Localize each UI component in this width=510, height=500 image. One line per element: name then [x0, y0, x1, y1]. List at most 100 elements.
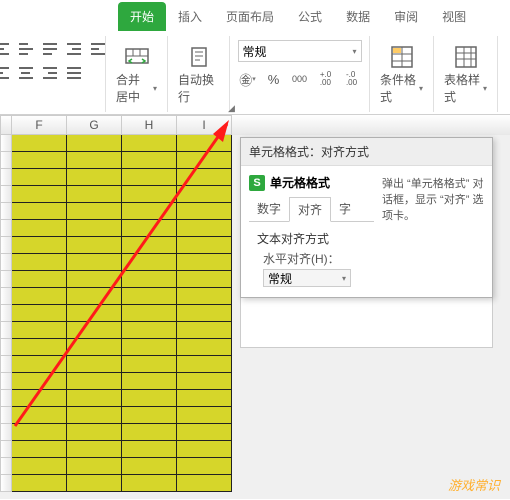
cell[interactable] — [177, 322, 232, 339]
align-bottom-button[interactable] — [39, 38, 61, 60]
cell[interactable] — [12, 135, 67, 152]
thousands-button[interactable]: +.0.00 — [315, 68, 337, 90]
percent-button[interactable]: % — [263, 68, 285, 90]
merge-cells-button[interactable]: 合并居中▾ — [116, 71, 157, 105]
cell[interactable] — [12, 322, 67, 339]
col-header[interactable]: I — [177, 115, 232, 135]
cell[interactable] — [122, 305, 177, 322]
cell[interactable] — [12, 305, 67, 322]
row-header[interactable] — [0, 220, 12, 237]
cell[interactable] — [122, 322, 177, 339]
cell[interactable] — [67, 237, 122, 254]
row-header[interactable] — [0, 152, 12, 169]
cell[interactable] — [12, 475, 67, 492]
cell[interactable] — [177, 203, 232, 220]
cell[interactable] — [177, 424, 232, 441]
col-header[interactable]: H — [122, 115, 177, 135]
row-header[interactable] — [0, 305, 12, 322]
cell[interactable] — [12, 390, 67, 407]
cell[interactable] — [122, 152, 177, 169]
row-header[interactable] — [0, 254, 12, 271]
orientation-button[interactable] — [63, 62, 85, 84]
cell[interactable] — [177, 220, 232, 237]
comma-style-button[interactable]: 000 — [289, 68, 311, 90]
row-header[interactable] — [0, 407, 12, 424]
cell[interactable] — [177, 458, 232, 475]
conditional-format-button[interactable]: 条件格式▾ — [380, 71, 423, 105]
cell[interactable] — [122, 390, 177, 407]
row-header[interactable] — [0, 373, 12, 390]
cell[interactable] — [12, 203, 67, 220]
cell[interactable] — [12, 152, 67, 169]
cell[interactable] — [12, 169, 67, 186]
tab-start[interactable]: 开始 — [118, 2, 166, 31]
row-header[interactable] — [0, 424, 12, 441]
table-style-button[interactable]: 表格样式▾ — [444, 71, 487, 105]
cell[interactable] — [177, 407, 232, 424]
cell[interactable] — [177, 339, 232, 356]
cell[interactable] — [67, 288, 122, 305]
align-middle-button[interactable] — [15, 38, 37, 60]
cell[interactable] — [177, 169, 232, 186]
row-header[interactable] — [0, 237, 12, 254]
cell[interactable] — [12, 271, 67, 288]
cell[interactable] — [177, 135, 232, 152]
cell[interactable] — [67, 203, 122, 220]
row-header[interactable] — [0, 288, 12, 305]
cell[interactable] — [12, 424, 67, 441]
row-header[interactable] — [0, 186, 12, 203]
cell[interactable] — [177, 152, 232, 169]
align-center-button[interactable] — [15, 62, 37, 84]
col-header[interactable]: F — [12, 115, 67, 135]
cell[interactable] — [67, 135, 122, 152]
alignment-dialog-launcher[interactable]: ◢ — [228, 103, 238, 113]
cell[interactable] — [122, 203, 177, 220]
cell[interactable] — [67, 305, 122, 322]
cell[interactable] — [67, 220, 122, 237]
cell[interactable] — [177, 288, 232, 305]
cell[interactable] — [122, 356, 177, 373]
align-left-button[interactable] — [0, 62, 13, 84]
cell[interactable] — [67, 407, 122, 424]
row-header[interactable] — [0, 339, 12, 356]
cell[interactable] — [122, 458, 177, 475]
row-header[interactable] — [0, 135, 12, 152]
cell[interactable] — [177, 305, 232, 322]
row-header[interactable] — [0, 356, 12, 373]
subtab-font[interactable]: 字 — [331, 197, 359, 221]
row-header[interactable] — [0, 203, 12, 220]
cell[interactable] — [177, 390, 232, 407]
cell[interactable] — [67, 458, 122, 475]
cell[interactable] — [67, 152, 122, 169]
number-format-select[interactable]: 常规▾ — [238, 40, 362, 62]
cell[interactable] — [122, 407, 177, 424]
col-header[interactable]: G — [67, 115, 122, 135]
cell[interactable] — [177, 475, 232, 492]
row-header[interactable] — [0, 271, 12, 288]
cell[interactable] — [122, 186, 177, 203]
subtab-number[interactable]: 数字 — [249, 197, 289, 221]
cell[interactable] — [67, 424, 122, 441]
cell[interactable] — [122, 254, 177, 271]
cell[interactable] — [67, 390, 122, 407]
cell[interactable] — [67, 356, 122, 373]
row-header[interactable] — [0, 441, 12, 458]
cell[interactable] — [12, 186, 67, 203]
cell[interactable] — [122, 288, 177, 305]
decimal-decrease-button[interactable]: -.0.00 — [341, 68, 363, 90]
cell[interactable] — [122, 220, 177, 237]
cell[interactable] — [67, 373, 122, 390]
cell[interactable] — [12, 458, 67, 475]
currency-button[interactable]: ㊎▾ — [237, 68, 259, 90]
cell[interactable] — [12, 220, 67, 237]
wrap-text-button[interactable]: 自动换行 — [178, 71, 219, 105]
tab-data[interactable]: 数据 — [334, 2, 382, 31]
cell[interactable] — [67, 186, 122, 203]
row-header[interactable] — [0, 390, 12, 407]
cell[interactable] — [122, 373, 177, 390]
cell[interactable] — [177, 356, 232, 373]
cell[interactable] — [122, 339, 177, 356]
row-header[interactable] — [0, 475, 12, 492]
cell[interactable] — [12, 356, 67, 373]
cell[interactable] — [122, 169, 177, 186]
